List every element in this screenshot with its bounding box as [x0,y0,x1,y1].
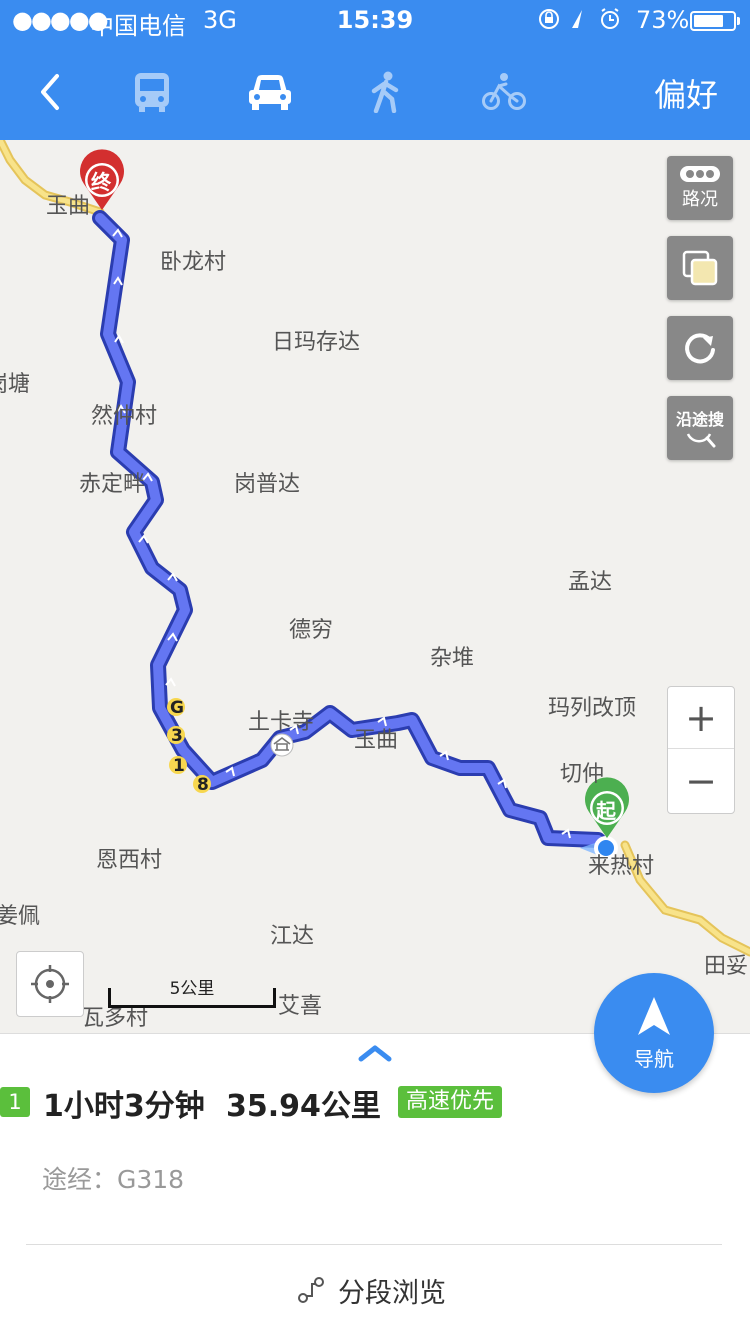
mode-car-button[interactable] [240,62,300,122]
place-label: 田妥 [704,954,749,979]
place-label: 玛列改顶 [548,696,637,721]
battery-percent: 73% [636,6,690,34]
crosshair-icon [31,965,69,1003]
scale-bar: 5公里 [108,972,278,1012]
place-label: 然仲村 [91,404,158,429]
bike-icon [482,73,526,110]
place-label: 德穷 [289,618,334,643]
place-label: 赤定畔 [79,472,146,497]
scale-line [108,988,276,1008]
chevron-left-icon [41,74,59,110]
status-bar: ●●●●● 中国电信 3G 15:39 73% [0,0,750,40]
place-label: 土卡寺 [248,710,315,735]
svg-text:1: 1 [173,756,185,776]
toolbar: 偏好 [0,50,750,140]
zoom-in-button[interactable]: + [668,687,734,749]
place-label: 玉曲 [354,728,399,753]
divider [26,1244,722,1245]
route-via: 途经：G318 [42,1165,185,1194]
place-label: 江达 [270,924,315,949]
place-label: 岗塘 [0,372,31,397]
route-segment-icon [298,1277,324,1303]
refresh-icon [685,333,715,364]
start-navigation-button[interactable]: 导航 [594,973,714,1093]
bus-icon [135,73,169,112]
navigation-arrow-icon [638,996,670,1035]
place-label: 玉曲 [46,194,91,219]
locate-me-button[interactable] [16,951,84,1017]
map-view[interactable]: G 3 1 8 终 起 玉曲 卧龙村 日玛存达 岗塘 然仲村 赤定畔 岗普达 [0,140,750,1033]
temple-marker [270,733,294,757]
status-icons [538,6,624,38]
place-label: 姜佩 [0,904,41,929]
zoom-control: + − [667,686,735,814]
back-button[interactable] [20,62,80,122]
battery-icon [690,11,736,31]
start-marker-label: 起 [596,799,616,823]
battery-tip [737,17,740,25]
car-icon [249,75,291,110]
place-label: 卧龙村 [160,250,227,275]
layers-button[interactable] [667,236,733,300]
route-tag: 高速优先 [398,1086,503,1118]
lock-location-alarm-icons [539,8,619,29]
place-label: 岗普达 [234,472,301,497]
svg-text:3: 3 [171,726,183,746]
chevron-up-icon [358,1045,392,1062]
header: ●●●●● 中国电信 3G 15:39 73% 偏好 [0,0,750,140]
place-label: 艾喜 [278,994,323,1019]
traffic-label: 路况 [682,189,718,210]
preference-button[interactable]: 偏好 [654,70,718,116]
navigation-label: 导航 [634,1046,674,1071]
place-label: 来热村 [588,854,655,879]
place-label: 日玛存达 [272,330,361,355]
segment-browse-button[interactable]: 分段浏览 [296,1270,446,1310]
place-label: 杂堆 [430,646,475,671]
refresh-button[interactable] [667,316,733,380]
traffic-button[interactable]: 路况 [667,156,733,220]
expand-panel-button[interactable] [358,1044,392,1066]
search-along-label: 沿途搜 [675,410,724,429]
route-index-badge: 1 [0,1087,30,1117]
svg-text:G: G [170,698,184,718]
svg-text:8: 8 [197,775,209,795]
segment-browse-label: 分段浏览 [338,1277,446,1309]
mode-walk-button[interactable] [356,62,416,122]
route-layer: G 3 1 8 [0,140,750,957]
route-line [95,213,610,853]
traffic-icon [680,166,720,182]
magnifier-icon [686,433,716,448]
route-duration: 1小时3分钟 [43,1089,205,1124]
mode-bike-button[interactable] [474,62,534,122]
layers-icon [682,250,718,286]
place-label: 切仲 [560,762,605,787]
route-line-border [92,210,613,856]
place-label: 恩西村 [96,848,163,873]
end-marker-label: 终 [91,170,111,194]
place-label: 孟达 [568,570,613,595]
route-distance: 35.94公里 [226,1089,381,1124]
search-along-route-button[interactable]: 沿途搜 [667,396,733,460]
mode-bus-button[interactable] [122,62,182,122]
zoom-out-button[interactable]: − [668,750,734,812]
walk-icon [371,71,399,113]
